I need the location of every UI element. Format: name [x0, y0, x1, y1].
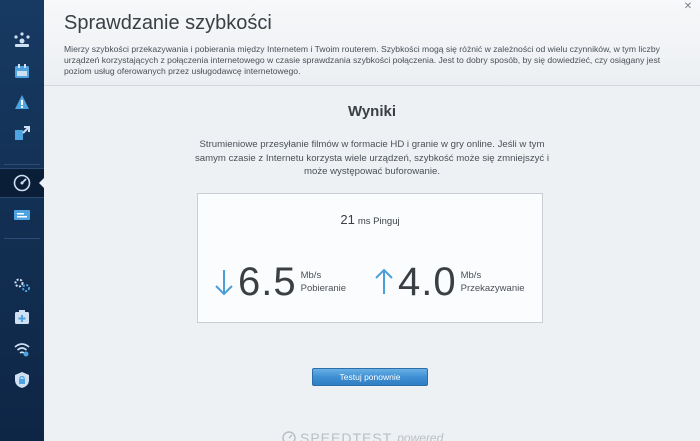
speed-results-panel: 21 ms Pinguj 6.5 Mb/s Pobieranie 4.0 Mb/s…: [197, 193, 543, 323]
upload-labels: Mb/s Przekazywanie: [461, 269, 525, 295]
parental-controls-icon: [15, 95, 29, 109]
sidebar-item-security[interactable]: [0, 365, 44, 395]
upload-metric: 4.0 Mb/s Przekazywanie: [374, 260, 525, 304]
sidebar-item-wireless[interactable]: [0, 334, 44, 364]
speedtest-powered-text: powered: [397, 431, 444, 441]
ping-value: 21: [340, 212, 355, 227]
page-header: Sprawdzanie szybkości Mierzy szybkości p…: [44, 0, 700, 86]
media-prioritization-icon: [15, 126, 30, 140]
upload-value: 4.0: [398, 260, 457, 304]
guest-access-icon: [15, 64, 29, 78]
external-storage-icon: [14, 210, 30, 220]
security-icon: [15, 372, 29, 388]
retest-button[interactable]: Testuj ponownie: [312, 368, 428, 386]
sidebar: [0, 0, 45, 441]
download-unit: Mb/s: [300, 270, 322, 281]
close-button[interactable]: ✕: [682, 0, 694, 12]
ping-unit: ms Pinguj: [357, 216, 400, 227]
troubleshooting-icon: [15, 310, 29, 324]
wireless-icon: [14, 343, 30, 357]
sidebar-item-network-map[interactable]: [0, 25, 44, 55]
speedtest-logo-text: SPEEDTEST: [300, 430, 393, 441]
download-label: Pobieranie: [300, 283, 347, 294]
sidebar-item-guest-access[interactable]: [0, 56, 44, 86]
upload-label: Przekazywanie: [460, 283, 525, 294]
connectivity-icon: [14, 278, 30, 292]
download-metric: 6.5 Mb/s Pobieranie: [214, 260, 346, 304]
main-panel: Sprawdzanie szybkości Mierzy szybkości p…: [44, 0, 700, 441]
sidebar-item-speed-test[interactable]: [0, 168, 45, 198]
page-title: Sprawdzanie szybkości: [64, 12, 272, 34]
arrow-up-icon: [375, 268, 393, 294]
ping-readout: 21 ms Pinguj: [198, 211, 542, 229]
sidebar-item-troubleshooting[interactable]: [0, 302, 44, 332]
download-value: 6.5: [238, 260, 297, 304]
download-labels: Mb/s Pobieranie: [301, 269, 346, 295]
arrow-down-icon: [215, 270, 233, 296]
results-title: Wyniki: [347, 103, 397, 120]
page-description: Mierzy szybkości przekazywania i pobiera…: [64, 44, 661, 76]
sidebar-item-media-prioritization[interactable]: [0, 118, 44, 148]
speedtest-logo: SPEEDTEST powered: [282, 430, 443, 441]
network-map-icon: [14, 32, 30, 47]
speed-test-icon: [13, 174, 31, 192]
sidebar-item-connectivity[interactable]: [0, 270, 44, 300]
sidebar-item-parental-controls[interactable]: [0, 87, 44, 117]
sidebar-item-external-storage[interactable]: [0, 200, 44, 230]
upload-unit: Mb/s: [460, 270, 482, 281]
results-description: Strumieniowe przesyłanie filmów w formac…: [194, 139, 550, 177]
close-icon: ✕: [683, 0, 693, 12]
speedtest-gauge-icon: [282, 431, 296, 441]
